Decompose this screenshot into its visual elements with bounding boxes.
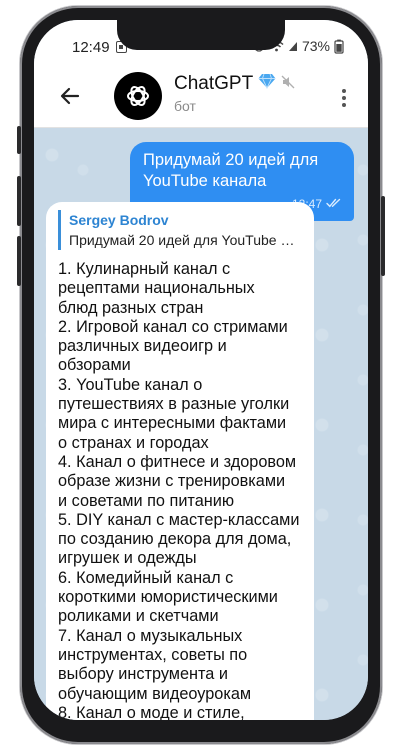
chat-title-row: ChatGPT — [174, 73, 295, 95]
muted-icon — [281, 73, 295, 95]
power-button — [381, 196, 385, 276]
phone-screen: 12:49 73% ChatGPT бот Придумай 20 идей д… — [34, 20, 368, 720]
incoming-message[interactable]: Sergey Bodrov Придумай 20 идей для YouTu… — [46, 202, 314, 720]
chat-title-block[interactable]: ChatGPT бот — [174, 73, 295, 114]
volume-up-button — [17, 176, 21, 226]
back-button[interactable] — [58, 84, 82, 108]
diamond-icon — [258, 73, 276, 95]
dot — [342, 103, 346, 107]
more-menu-button[interactable] — [334, 86, 354, 110]
incoming-message-text: 1. Кулинарный канал с рецептами национал… — [58, 260, 300, 720]
side-button — [17, 126, 21, 154]
notch — [117, 20, 285, 50]
signal-icon — [288, 40, 298, 52]
reply-author: Sergey Bodrov — [69, 212, 169, 228]
double-check-icon — [326, 194, 342, 215]
chat-title: ChatGPT — [174, 73, 254, 94]
reply-quote[interactable]: Sergey Bodrov Придумай 20 идей для YouTu… — [58, 210, 304, 250]
status-time: 12:49 — [72, 39, 110, 56]
reply-text: Придумай 20 идей для YouTube канала — [69, 232, 299, 248]
arrow-left-icon — [60, 87, 80, 105]
outgoing-message-text: Придумай 20 идей для YouTube канала — [143, 151, 319, 190]
chat-subtitle: бот — [174, 98, 196, 114]
dot — [342, 96, 346, 100]
dot — [342, 89, 346, 93]
volume-down-button — [17, 236, 21, 286]
chat-area[interactable]: Придумай 20 идей для YouTube канала 12:4… — [34, 128, 368, 720]
battery-icon — [334, 39, 344, 54]
avatar[interactable] — [114, 72, 162, 120]
openai-logo-icon — [127, 85, 149, 107]
chat-header: ChatGPT бот — [34, 66, 368, 128]
battery-percent: 73% — [301, 38, 330, 54]
